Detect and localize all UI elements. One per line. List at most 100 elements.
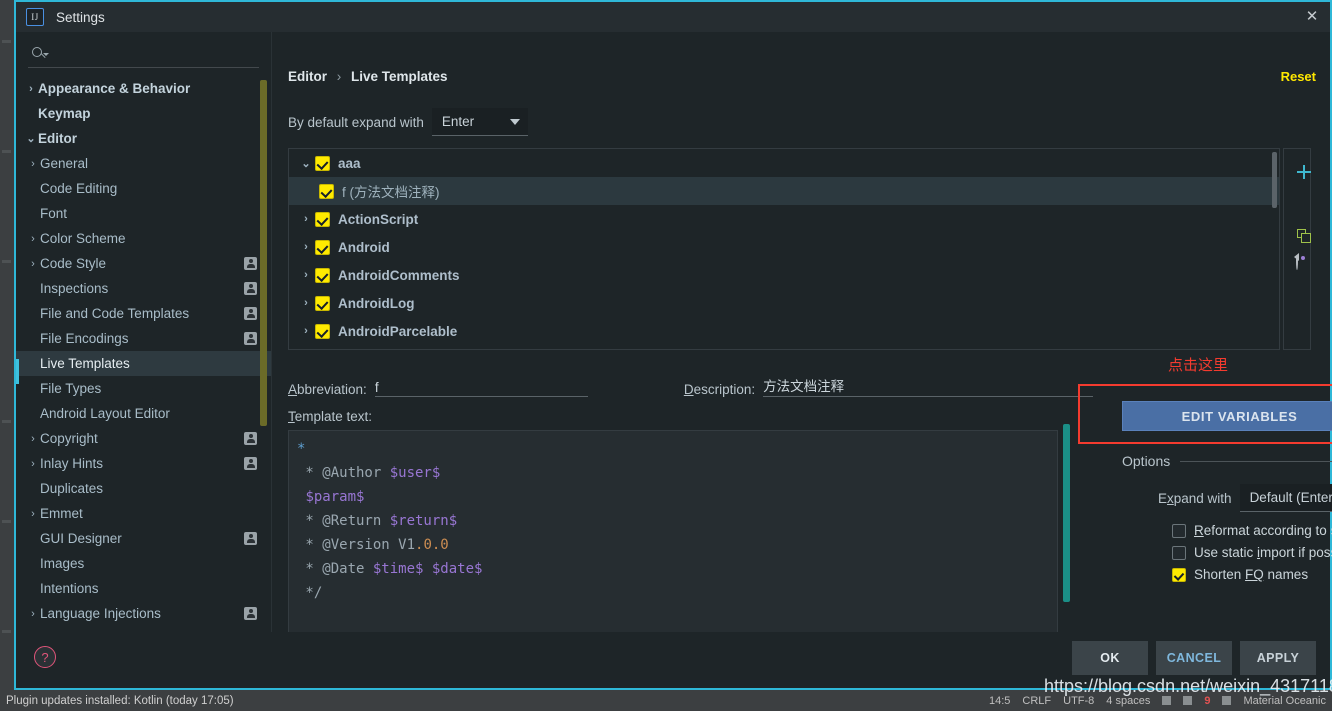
template-list-row[interactable]: ⌄ aaa [289,149,1279,177]
ok-button[interactable]: OK [1072,641,1148,675]
chevron-down-icon[interactable]: ⌄ [24,132,38,145]
template-list-row[interactable]: › AndroidLog [289,289,1279,317]
sidebar-item-appearance-behavior[interactable]: › Appearance & Behavior [16,76,271,101]
default-expand-label: By default expand with [288,114,424,130]
edit-variables-button[interactable]: EDIT VARIABLES [1122,401,1332,431]
chevron-right-icon[interactable]: › [297,241,315,253]
user-scope-icon [244,457,257,470]
sidebar-item-general[interactable]: › General [16,151,271,176]
template-list-scrollbar-thumb[interactable] [1272,152,1277,208]
template-enabled-checkbox[interactable] [319,183,334,199]
abbreviation-value: f [374,380,379,395]
status-memory-icon[interactable] [1222,696,1232,705]
chevron-down-icon[interactable]: ⌄ [297,157,315,170]
chevron-down-icon [509,118,520,125]
sidebar-item-code-editing[interactable]: ›Code Editing [16,176,271,201]
sidebar-item-live-templates[interactable]: ›Live Templates [16,351,271,376]
status-lock-icon[interactable] [1162,696,1172,705]
chevron-right-icon[interactable]: › [297,325,315,337]
sidebar-item-language-injections[interactable]: › Language Injections [16,601,271,626]
help-icon[interactable]: ? [34,646,56,668]
static-import-checkbox-row[interactable]: Use static import if possible [1172,545,1332,560]
add-template-button[interactable] [1287,155,1307,175]
description-field[interactable]: 方法文档注释 [763,375,1094,397]
sidebar-item-emmet[interactable]: › Emmet [16,501,271,526]
selection-marker [16,359,19,384]
template-enabled-checkbox[interactable] [315,239,330,255]
template-enabled-checkbox[interactable] [315,323,330,339]
status-inspection-icon[interactable] [1183,696,1193,705]
options-divider [1180,460,1332,462]
chevron-right-icon[interactable]: › [26,458,40,470]
template-list-row[interactable]: › AndroidParcelable [289,317,1279,345]
live-templates-list[interactable]: ⌄ aaa f (方法文档注释) › ActionScript › Android › Andr… [288,148,1280,350]
template-enabled-checkbox[interactable] [315,295,330,311]
chevron-right-icon[interactable]: › [26,508,40,520]
template-enabled-checkbox[interactable] [315,155,330,171]
sidebar-scrollbar-thumb[interactable] [260,80,267,426]
reformat-checkbox[interactable] [1172,523,1186,538]
template-list-row[interactable]: › AndroidComments [289,261,1279,289]
expand-with-dropdown[interactable]: Default (Enter) [1239,484,1332,512]
sidebar-item-inspections[interactable]: ›Inspections [16,276,271,301]
sidebar-item-android-layout-editor[interactable]: ›Android Layout Editor [16,401,271,426]
sidebar-item-copyright[interactable]: › Copyright [16,426,271,451]
template-enabled-checkbox[interactable] [315,211,330,227]
template-enabled-checkbox[interactable] [315,267,330,283]
reset-link[interactable]: Reset [1281,69,1316,84]
restore-defaults-button[interactable] [1287,250,1307,271]
chevron-right-icon[interactable]: › [297,213,315,225]
reformat-checkbox-row[interactable]: Reformat according to style [1172,523,1332,538]
template-text-label: Template text: [288,409,373,424]
template-text-segment: */ [297,585,323,601]
status-caret-position[interactable]: 14:5 [989,695,1010,707]
sidebar-item-label: Editor [38,131,77,146]
breadcrumb-root[interactable]: Editor [288,69,327,84]
shorten-fq-checkbox-row[interactable]: Shorten FQ names [1172,567,1308,582]
template-list-row[interactable]: f (方法文档注释) [289,177,1279,205]
sidebar-item-color-scheme[interactable]: › Color Scheme [16,226,271,251]
template-text-editor[interactable]: * * @Author $user$ $param$ * @Return $re… [288,430,1058,642]
sidebar-item-file-and-code-templates[interactable]: ›File and Code Templates [16,301,271,326]
static-import-checkbox[interactable] [1172,545,1186,560]
sidebar-item-inlay-hints[interactable]: › Inlay Hints [16,451,271,476]
sidebar-item-images[interactable]: ›Images [16,551,271,576]
duplicate-template-button[interactable] [1287,219,1311,243]
sidebar-scrollbar-track[interactable] [260,76,269,656]
template-text-line: * [289,437,1057,461]
template-editor-scrollbar[interactable] [1063,424,1070,602]
sidebar-item-file-encodings[interactable]: ›File Encodings [16,326,271,351]
search-input[interactable] [48,47,259,62]
chevron-right-icon[interactable]: › [297,297,315,309]
sidebar-item-font[interactable]: ›Font [16,201,271,226]
cancel-button[interactable]: CANCEL [1156,641,1232,675]
chevron-right-icon[interactable]: › [26,233,40,245]
sidebar-item-editor[interactable]: ⌄ Editor [16,126,271,151]
close-icon[interactable]: ✕ [1304,9,1320,25]
template-text-line: */ [289,581,1057,605]
template-list-row[interactable]: › Android [289,233,1279,261]
chevron-right-icon[interactable]: › [26,158,40,170]
sidebar-item-duplicates[interactable]: ›Duplicates [16,476,271,501]
sidebar-item-code-style[interactable]: › Code Style [16,251,271,276]
sidebar-item-file-types[interactable]: ›File Types [16,376,271,401]
settings-category-tree[interactable]: ›Appearance & Behavior›Keymap⌄Editor›Gen… [16,76,271,656]
default-expand-dropdown[interactable]: Enter [431,108,528,136]
sidebar-item-intentions[interactable]: ›Intentions [16,576,271,601]
sidebar-item-keymap[interactable]: ›Keymap [16,101,271,126]
sidebar-item-gui-designer[interactable]: ›GUI Designer [16,526,271,551]
chevron-right-icon[interactable]: › [26,433,40,445]
chevron-right-icon[interactable]: › [24,83,38,95]
shorten-fq-checkbox[interactable] [1172,567,1186,582]
remove-template-button[interactable] [1287,187,1307,207]
chevron-right-icon[interactable]: › [297,269,315,281]
apply-button[interactable]: APPLY [1240,641,1316,675]
search-row[interactable] [28,42,259,68]
template-list-scrollbar-track[interactable] [1272,150,1278,349]
chevron-right-icon[interactable]: › [26,258,40,270]
template-name: AndroidComments [338,267,460,283]
abbreviation-field[interactable]: f [374,375,588,397]
chevron-right-icon[interactable]: › [26,608,40,620]
default-expand-value: Enter [441,114,475,129]
template-list-row[interactable]: › ActionScript [289,205,1279,233]
